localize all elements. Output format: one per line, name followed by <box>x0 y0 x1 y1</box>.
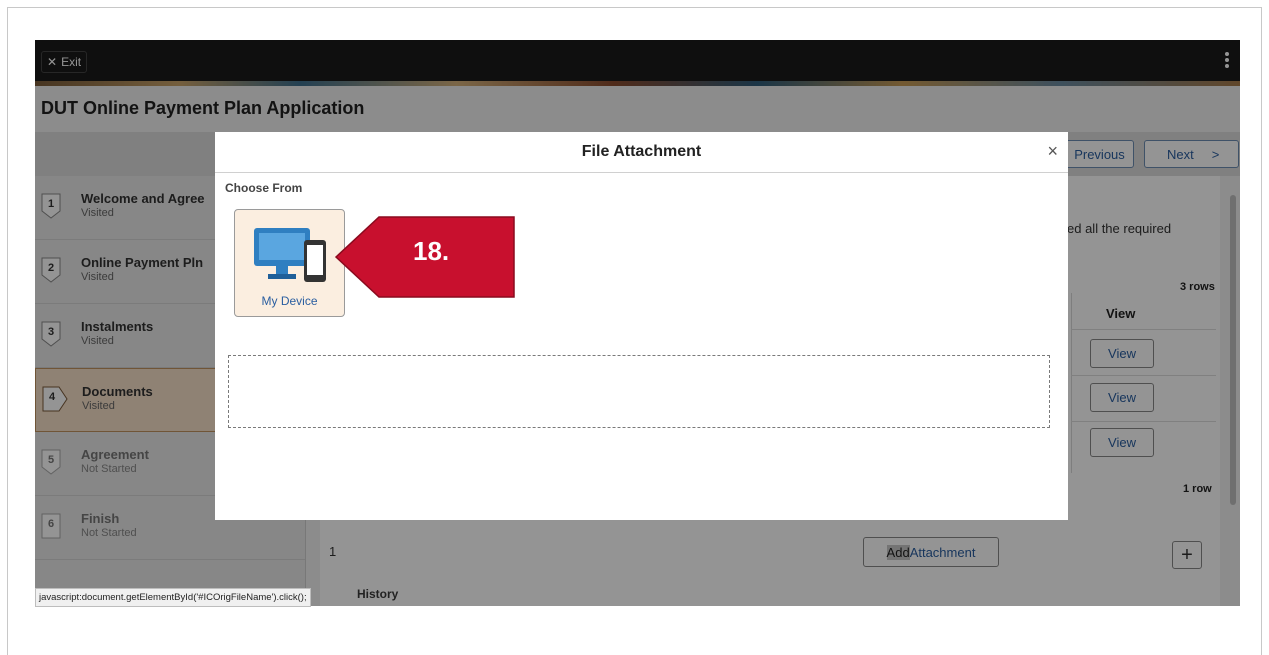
file-drop-zone[interactable] <box>228 355 1050 428</box>
step-callout-label: 18. <box>413 236 450 266</box>
status-bar-url: javascript:document.getElementById('#ICO… <box>35 588 311 607</box>
history-heading: History <box>357 587 399 601</box>
choose-from-label: Choose From <box>225 181 303 195</box>
my-device-label: My Device <box>261 294 318 308</box>
dialog-header: File Attachment × <box>215 132 1068 173</box>
my-device-button[interactable]: My Device <box>234 209 345 317</box>
dialog-title: File Attachment <box>581 143 702 160</box>
close-icon[interactable]: × <box>1047 141 1058 162</box>
device-icon <box>254 228 326 282</box>
file-attachment-dialog: File Attachment × Choose From My Device <box>215 132 1068 520</box>
app-window: ✕ Exit DUT Online Payment Plan Applicati… <box>35 40 1240 606</box>
